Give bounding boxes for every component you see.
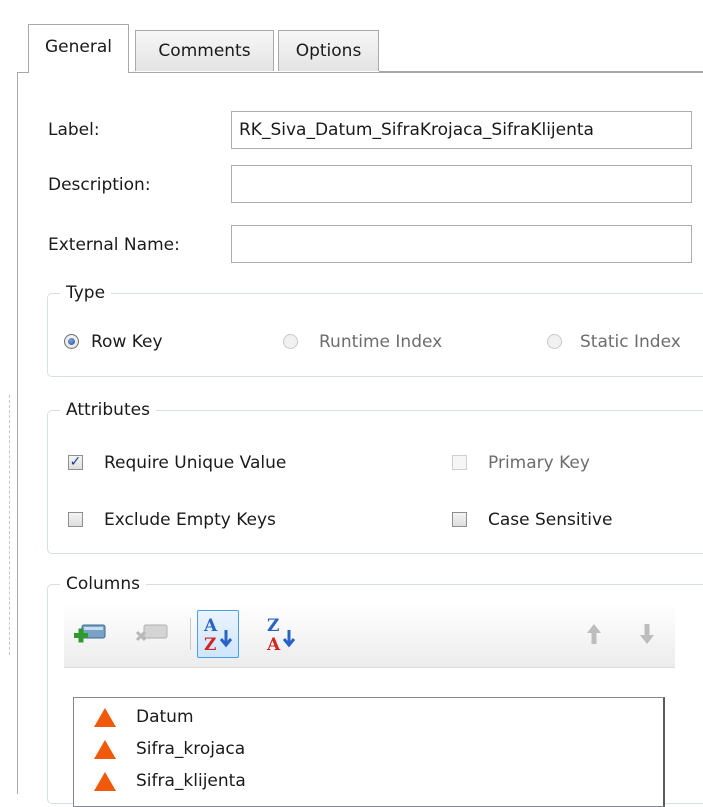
- window-top: [0, 0, 703, 10]
- tab-general-label: General: [45, 37, 112, 57]
- svg-text:Z: Z: [267, 616, 279, 636]
- tab-options-label: Options: [295, 41, 362, 61]
- triangle-warning-icon: [94, 771, 116, 791]
- tab-comments-label: Comments: [158, 41, 251, 61]
- description-input[interactable]: [231, 165, 692, 203]
- require-unique-value-checkbox[interactable]: ✓: [68, 455, 83, 470]
- label-field-label: Label:: [48, 120, 100, 140]
- primary-key-checkbox[interactable]: [452, 455, 467, 470]
- remove-column-icon: [135, 624, 168, 642]
- runtime-index-label[interactable]: Runtime Index: [319, 330, 442, 354]
- list-item[interactable]: Sifra_krojaca: [94, 736, 245, 762]
- tab-options[interactable]: Options: [278, 30, 379, 71]
- case-sensitive-label[interactable]: Case Sensitive: [488, 508, 613, 532]
- move-down-button[interactable]: [627, 614, 667, 654]
- splitter-line: [9, 395, 10, 655]
- list-item[interactable]: Sifra_klijenta: [94, 768, 246, 794]
- columns-group-title: Columns: [60, 572, 146, 596]
- sort-ascending-button[interactable]: A Z: [197, 610, 239, 658]
- static-index-label[interactable]: Static Index: [580, 330, 681, 354]
- attributes-group-title: Attributes: [60, 398, 156, 422]
- row-key-label[interactable]: Row Key: [91, 330, 163, 354]
- tab-comments[interactable]: Comments: [135, 30, 274, 71]
- triangle-warning-icon: [94, 739, 116, 759]
- description-field-label: Description:: [48, 175, 151, 195]
- svg-text:A: A: [203, 616, 218, 636]
- add-column-icon: [74, 624, 106, 643]
- sort-descending-button[interactable]: Z A: [260, 610, 302, 658]
- svg-text:Z: Z: [204, 635, 216, 654]
- triangle-warning-icon: [94, 707, 116, 727]
- list-item-label: Sifra_klijenta: [136, 771, 246, 791]
- columns-toolbar: A Z Z A: [64, 604, 675, 668]
- static-index-radio[interactable]: [547, 334, 562, 349]
- exclude-empty-keys-label[interactable]: Exclude Empty Keys: [104, 508, 276, 532]
- primary-key-label[interactable]: Primary Key: [488, 451, 590, 475]
- tab-general[interactable]: General: [28, 24, 129, 73]
- external-name-input[interactable]: [231, 225, 692, 263]
- svg-text:A: A: [266, 635, 281, 654]
- row-key-radio[interactable]: [64, 334, 79, 349]
- label-input[interactable]: [231, 111, 692, 149]
- move-down-icon: [640, 624, 654, 644]
- list-item[interactable]: Datum: [94, 704, 194, 730]
- toolbar-separator: [190, 618, 191, 650]
- exclude-empty-keys-checkbox[interactable]: [68, 512, 83, 527]
- sort-descending-icon: Z A: [266, 616, 296, 654]
- remove-column-button[interactable]: [132, 614, 172, 654]
- attributes-group: [47, 410, 703, 554]
- columns-list[interactable]: Datum Sifra_krojaca Sifra_klijenta: [73, 697, 665, 807]
- move-up-icon: [587, 624, 601, 644]
- require-unique-value-label[interactable]: Require Unique Value: [104, 451, 286, 475]
- list-item-label: Sifra_krojaca: [136, 739, 246, 759]
- add-column-button[interactable]: [70, 614, 110, 654]
- external-name-field-label: External Name:: [48, 235, 180, 255]
- sort-ascending-icon: A Z: [203, 616, 233, 654]
- runtime-index-radio[interactable]: [283, 334, 298, 349]
- type-group-title: Type: [60, 281, 112, 305]
- move-up-button[interactable]: [574, 614, 614, 654]
- case-sensitive-checkbox[interactable]: [452, 512, 467, 527]
- list-item-label: Datum: [136, 707, 194, 727]
